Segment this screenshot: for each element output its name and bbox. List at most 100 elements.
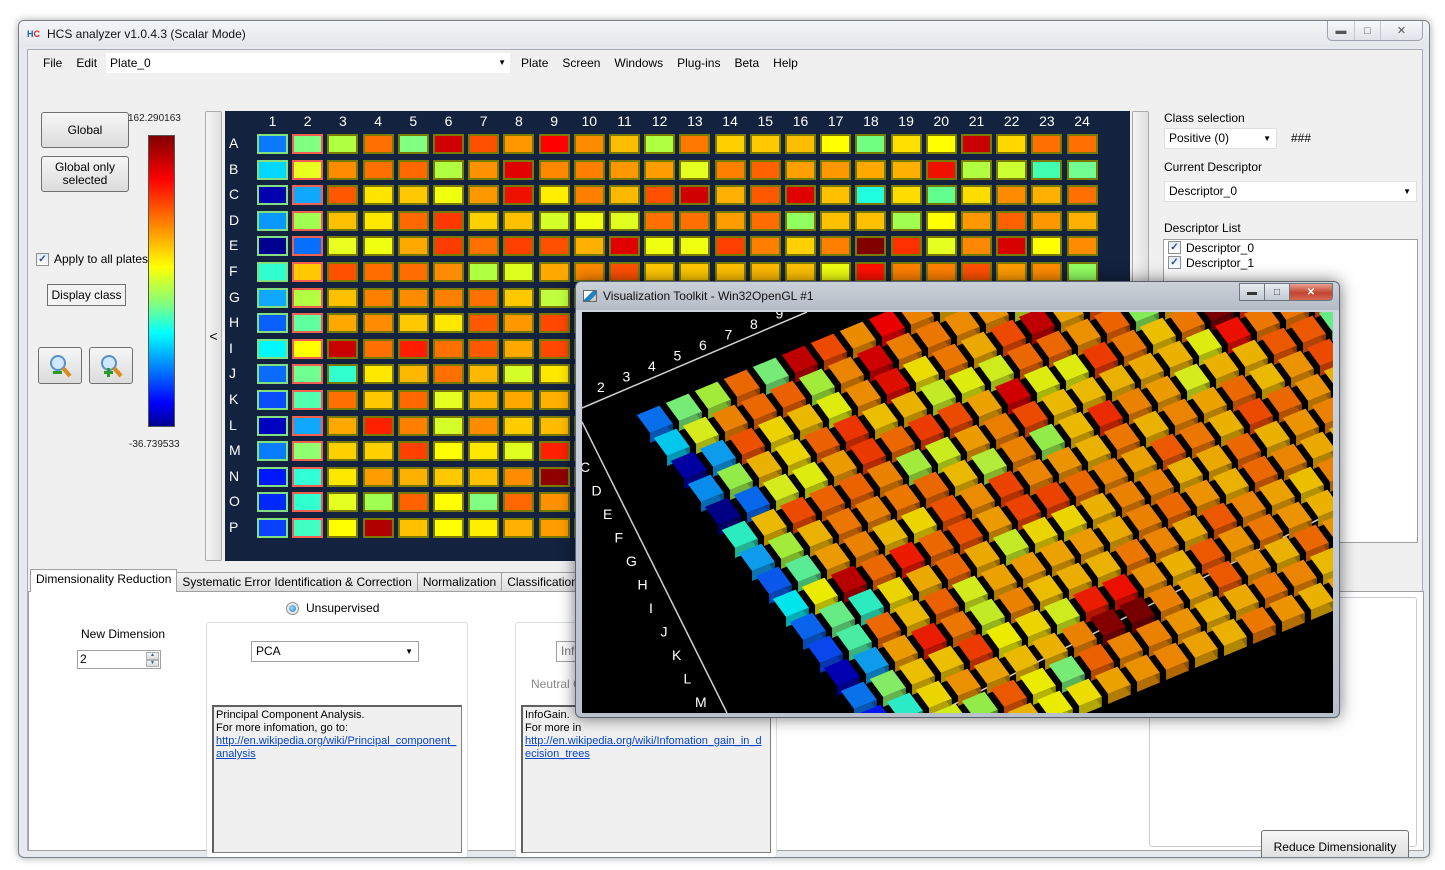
new-dimension-spinner[interactable]: 2 ▲ ▼ [77,650,161,669]
plate-well[interactable] [468,262,500,282]
plate-well[interactable] [644,159,676,180]
plate-well[interactable] [468,159,500,180]
vtk-minimize-button[interactable]: ▬ [1239,283,1265,301]
menu-windows[interactable]: Windows [607,52,670,74]
infogain-wiki-link[interactable]: http://en.wikipedia.org/wiki/Infomation_… [525,735,768,748]
plate-well[interactable] [503,364,535,385]
column-header[interactable]: 18 [853,113,888,129]
plate-well[interactable] [362,262,394,282]
row-header[interactable]: G [229,289,243,305]
plate-well[interactable] [362,338,394,359]
plate-well[interactable] [538,313,570,334]
plate-well[interactable] [820,262,852,282]
plate-well[interactable] [503,313,535,334]
plate-well[interactable] [503,236,535,257]
plate-well[interactable] [855,134,887,154]
plate-well[interactable] [890,236,922,257]
plate-well[interactable] [292,287,324,308]
plate-well[interactable] [397,415,429,436]
pca-wiki-link[interactable]: http://en.wikipedia.org/wiki/Principal_c… [216,735,459,748]
plate-well[interactable] [679,210,711,231]
plate-well[interactable] [749,159,781,180]
menu-screen[interactable]: Screen [555,52,607,74]
plate-well[interactable] [714,210,746,231]
plate-well[interactable] [573,210,605,231]
plate-well[interactable] [468,210,500,231]
plate-well[interactable] [327,185,359,206]
plate-well[interactable] [925,262,957,282]
plate-well[interactable] [538,134,570,154]
plate-well[interactable] [820,159,852,180]
plate-well[interactable] [327,338,359,359]
vtk-close-button[interactable]: ✕ [1289,283,1333,301]
plate-well[interactable] [1031,210,1063,231]
column-header[interactable]: 8 [501,113,536,129]
row-header[interactable]: O [229,493,243,509]
plate-well[interactable] [1066,210,1098,231]
collapse-left-panel-button[interactable]: < [205,111,222,561]
plate-well[interactable] [1031,159,1063,180]
plate-well[interactable] [1066,159,1098,180]
supervised-description[interactable]: InfoGain. For more in http://en.wikipedi… [521,705,771,853]
column-header[interactable]: 3 [325,113,360,129]
plate-well[interactable] [362,287,394,308]
plate-well[interactable] [292,415,324,436]
plate-well[interactable] [433,262,464,282]
plate-well[interactable] [362,313,394,334]
plate-well[interactable] [961,185,992,206]
plate-well[interactable] [257,134,288,154]
row-header[interactable]: L [229,417,243,433]
plate-well[interactable] [714,159,746,180]
plate-well[interactable] [785,159,816,180]
plate-well[interactable] [468,415,500,436]
tab-normalization[interactable]: Normalization [416,572,503,592]
plate-well[interactable] [468,236,500,257]
vtk-titlebar[interactable]: Visualization Toolkit - Win32OpenGL #1 ▬… [576,282,1339,310]
plate-well[interactable] [644,210,676,231]
column-header[interactable]: 7 [466,113,501,129]
plate-well[interactable] [609,262,640,282]
descriptor-list-item[interactable]: ✓ Descriptor_1 [1164,255,1417,270]
column-header[interactable]: 10 [572,113,607,129]
reduce-dimensionality-button[interactable]: Reduce Dimensionality [1261,830,1409,857]
pca-wiki-link-cont[interactable]: analysis [216,748,459,761]
plate-well[interactable] [327,441,359,462]
plate-well[interactable] [961,262,992,282]
plate-well[interactable] [538,390,570,410]
plate-well[interactable] [644,134,676,154]
column-header[interactable]: 5 [396,113,431,129]
plate-well[interactable] [538,466,570,487]
plate-well[interactable] [327,313,359,334]
column-header[interactable]: 4 [361,113,396,129]
column-header[interactable]: 24 [1065,113,1100,129]
apply-all-plates-checkbox[interactable]: ✓ Apply to all plates [36,252,148,266]
plate-well[interactable] [679,262,711,282]
row-header[interactable]: K [229,391,243,407]
plate-well[interactable] [292,262,324,282]
plate-well[interactable] [820,185,852,206]
plate-well[interactable] [468,313,500,334]
plate-well[interactable] [327,390,359,410]
column-header[interactable]: 12 [642,113,677,129]
plate-well[interactable] [996,159,1028,180]
plate-well[interactable] [327,210,359,231]
plate-well[interactable] [257,185,288,206]
plate-well[interactable] [397,338,429,359]
plate-well[interactable] [855,210,887,231]
plate-well[interactable] [397,262,429,282]
plate-well[interactable] [362,210,394,231]
checkbox-checked-icon[interactable]: ✓ [1168,256,1181,269]
plate-well[interactable] [644,262,676,282]
plate-well[interactable] [996,134,1028,154]
tab-systematic-error[interactable]: Systematic Error Identification & Correc… [176,572,418,592]
plate-well[interactable] [257,313,288,334]
row-header[interactable]: F [229,263,243,279]
plate-well[interactable] [996,185,1028,206]
plate-well[interactable] [362,415,394,436]
row-header[interactable]: E [229,237,243,253]
row-header[interactable]: B [229,161,243,177]
plate-well[interactable] [362,390,394,410]
plate-well[interactable] [573,185,605,206]
plate-well[interactable] [714,185,746,206]
plate-well[interactable] [1031,134,1063,154]
